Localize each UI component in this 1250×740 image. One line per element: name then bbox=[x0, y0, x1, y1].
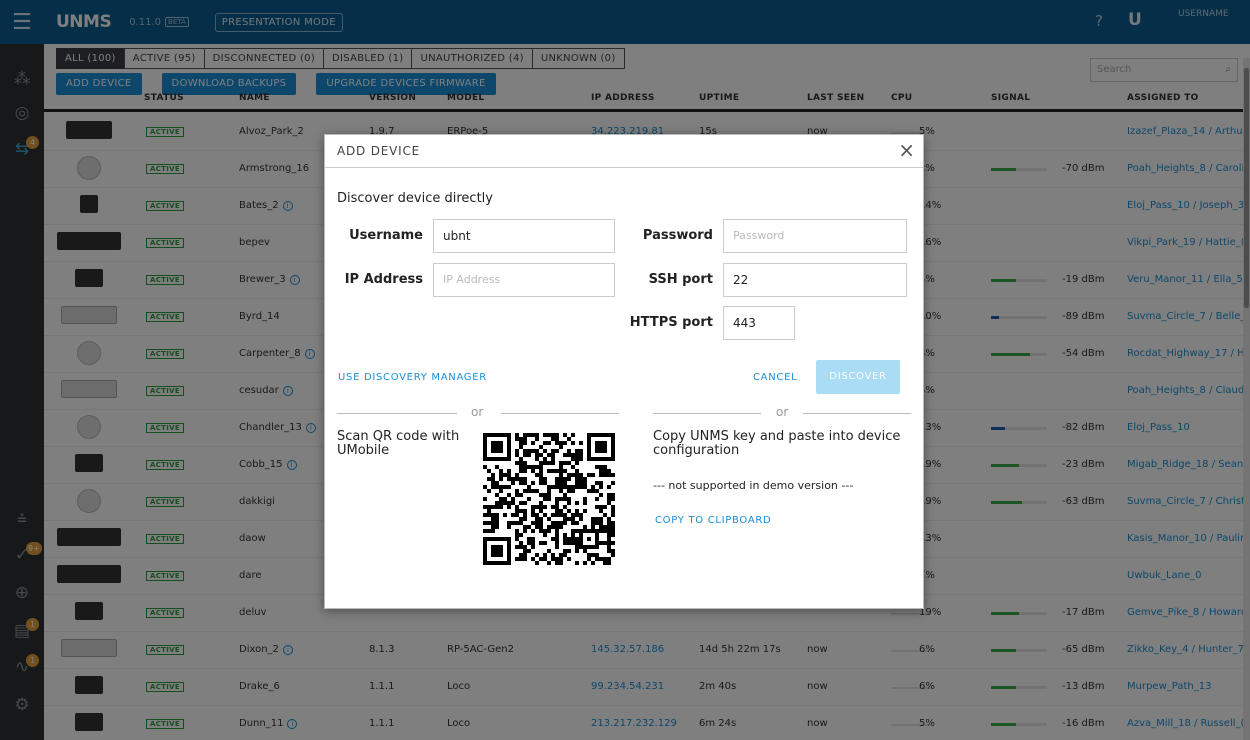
or-separator: or bbox=[471, 405, 484, 419]
username-field[interactable]: ubnt bbox=[433, 219, 615, 253]
https-port-label: HTTPS port bbox=[629, 315, 713, 330]
divider bbox=[337, 413, 457, 414]
or-separator: or bbox=[776, 405, 789, 419]
not-supported-note: --- not supported in demo version --- bbox=[653, 479, 854, 492]
password-field[interactable]: Password bbox=[723, 219, 907, 253]
copy-key-instructions: Copy UNMS key and paste into device conf… bbox=[653, 429, 901, 458]
qr-instructions: Scan QR code with UMobile bbox=[337, 429, 460, 458]
copy-to-clipboard-link[interactable]: COPY TO CLIPBOARD bbox=[655, 515, 771, 526]
ip-address-label: IP Address bbox=[344, 272, 423, 287]
divider bbox=[653, 413, 761, 414]
section-title: Discover device directly bbox=[337, 191, 493, 206]
close-icon[interactable]: × bbox=[898, 139, 915, 161]
cancel-button[interactable]: CANCEL bbox=[753, 372, 797, 383]
qr-code-image bbox=[483, 433, 615, 565]
username-label: Username bbox=[349, 228, 423, 243]
divider bbox=[501, 413, 619, 414]
ssh-port-field[interactable]: 22 bbox=[723, 263, 907, 297]
divider bbox=[803, 413, 911, 414]
https-port-field[interactable]: 443 bbox=[723, 306, 795, 340]
add-device-dialog: ADD DEVICE × Discover device directly Us… bbox=[324, 134, 924, 609]
ssh-port-label: SSH port bbox=[648, 272, 713, 287]
password-label: Password bbox=[642, 228, 713, 243]
use-discovery-manager-link[interactable]: USE DISCOVERY MANAGER bbox=[338, 372, 487, 383]
discover-button[interactable]: DISCOVER bbox=[816, 360, 900, 394]
dialog-title: ADD DEVICE bbox=[337, 144, 421, 158]
dialog-header: ADD DEVICE × bbox=[325, 135, 923, 168]
ip-address-field[interactable]: IP Address bbox=[433, 263, 615, 297]
